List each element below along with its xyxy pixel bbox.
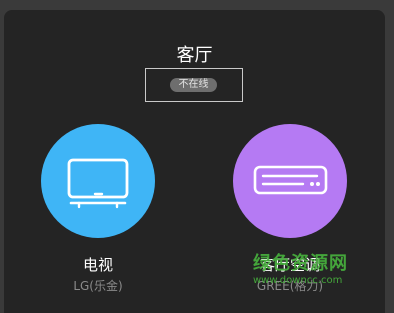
device-air-conditioner-brand: GREE(格力)	[256, 279, 324, 293]
device-tv-circle[interactable]	[41, 124, 155, 238]
air-conditioner-icon	[253, 165, 328, 195]
device-tv-name: 电视	[82, 256, 113, 274]
room-card: 客厅 不在线 电视 LG(乐金) 客厅空调 GREE(格力)	[4, 10, 385, 313]
status-badge: 不在线	[170, 78, 217, 92]
device-tv-brand: LG(乐金)	[73, 279, 123, 293]
device-air-conditioner-circle[interactable]	[233, 124, 347, 238]
device-air-conditioner-name: 客厅空调	[259, 256, 320, 274]
room-title: 客厅	[176, 45, 213, 66]
status-frame: 不在线	[145, 68, 243, 102]
tv-icon	[67, 158, 129, 209]
